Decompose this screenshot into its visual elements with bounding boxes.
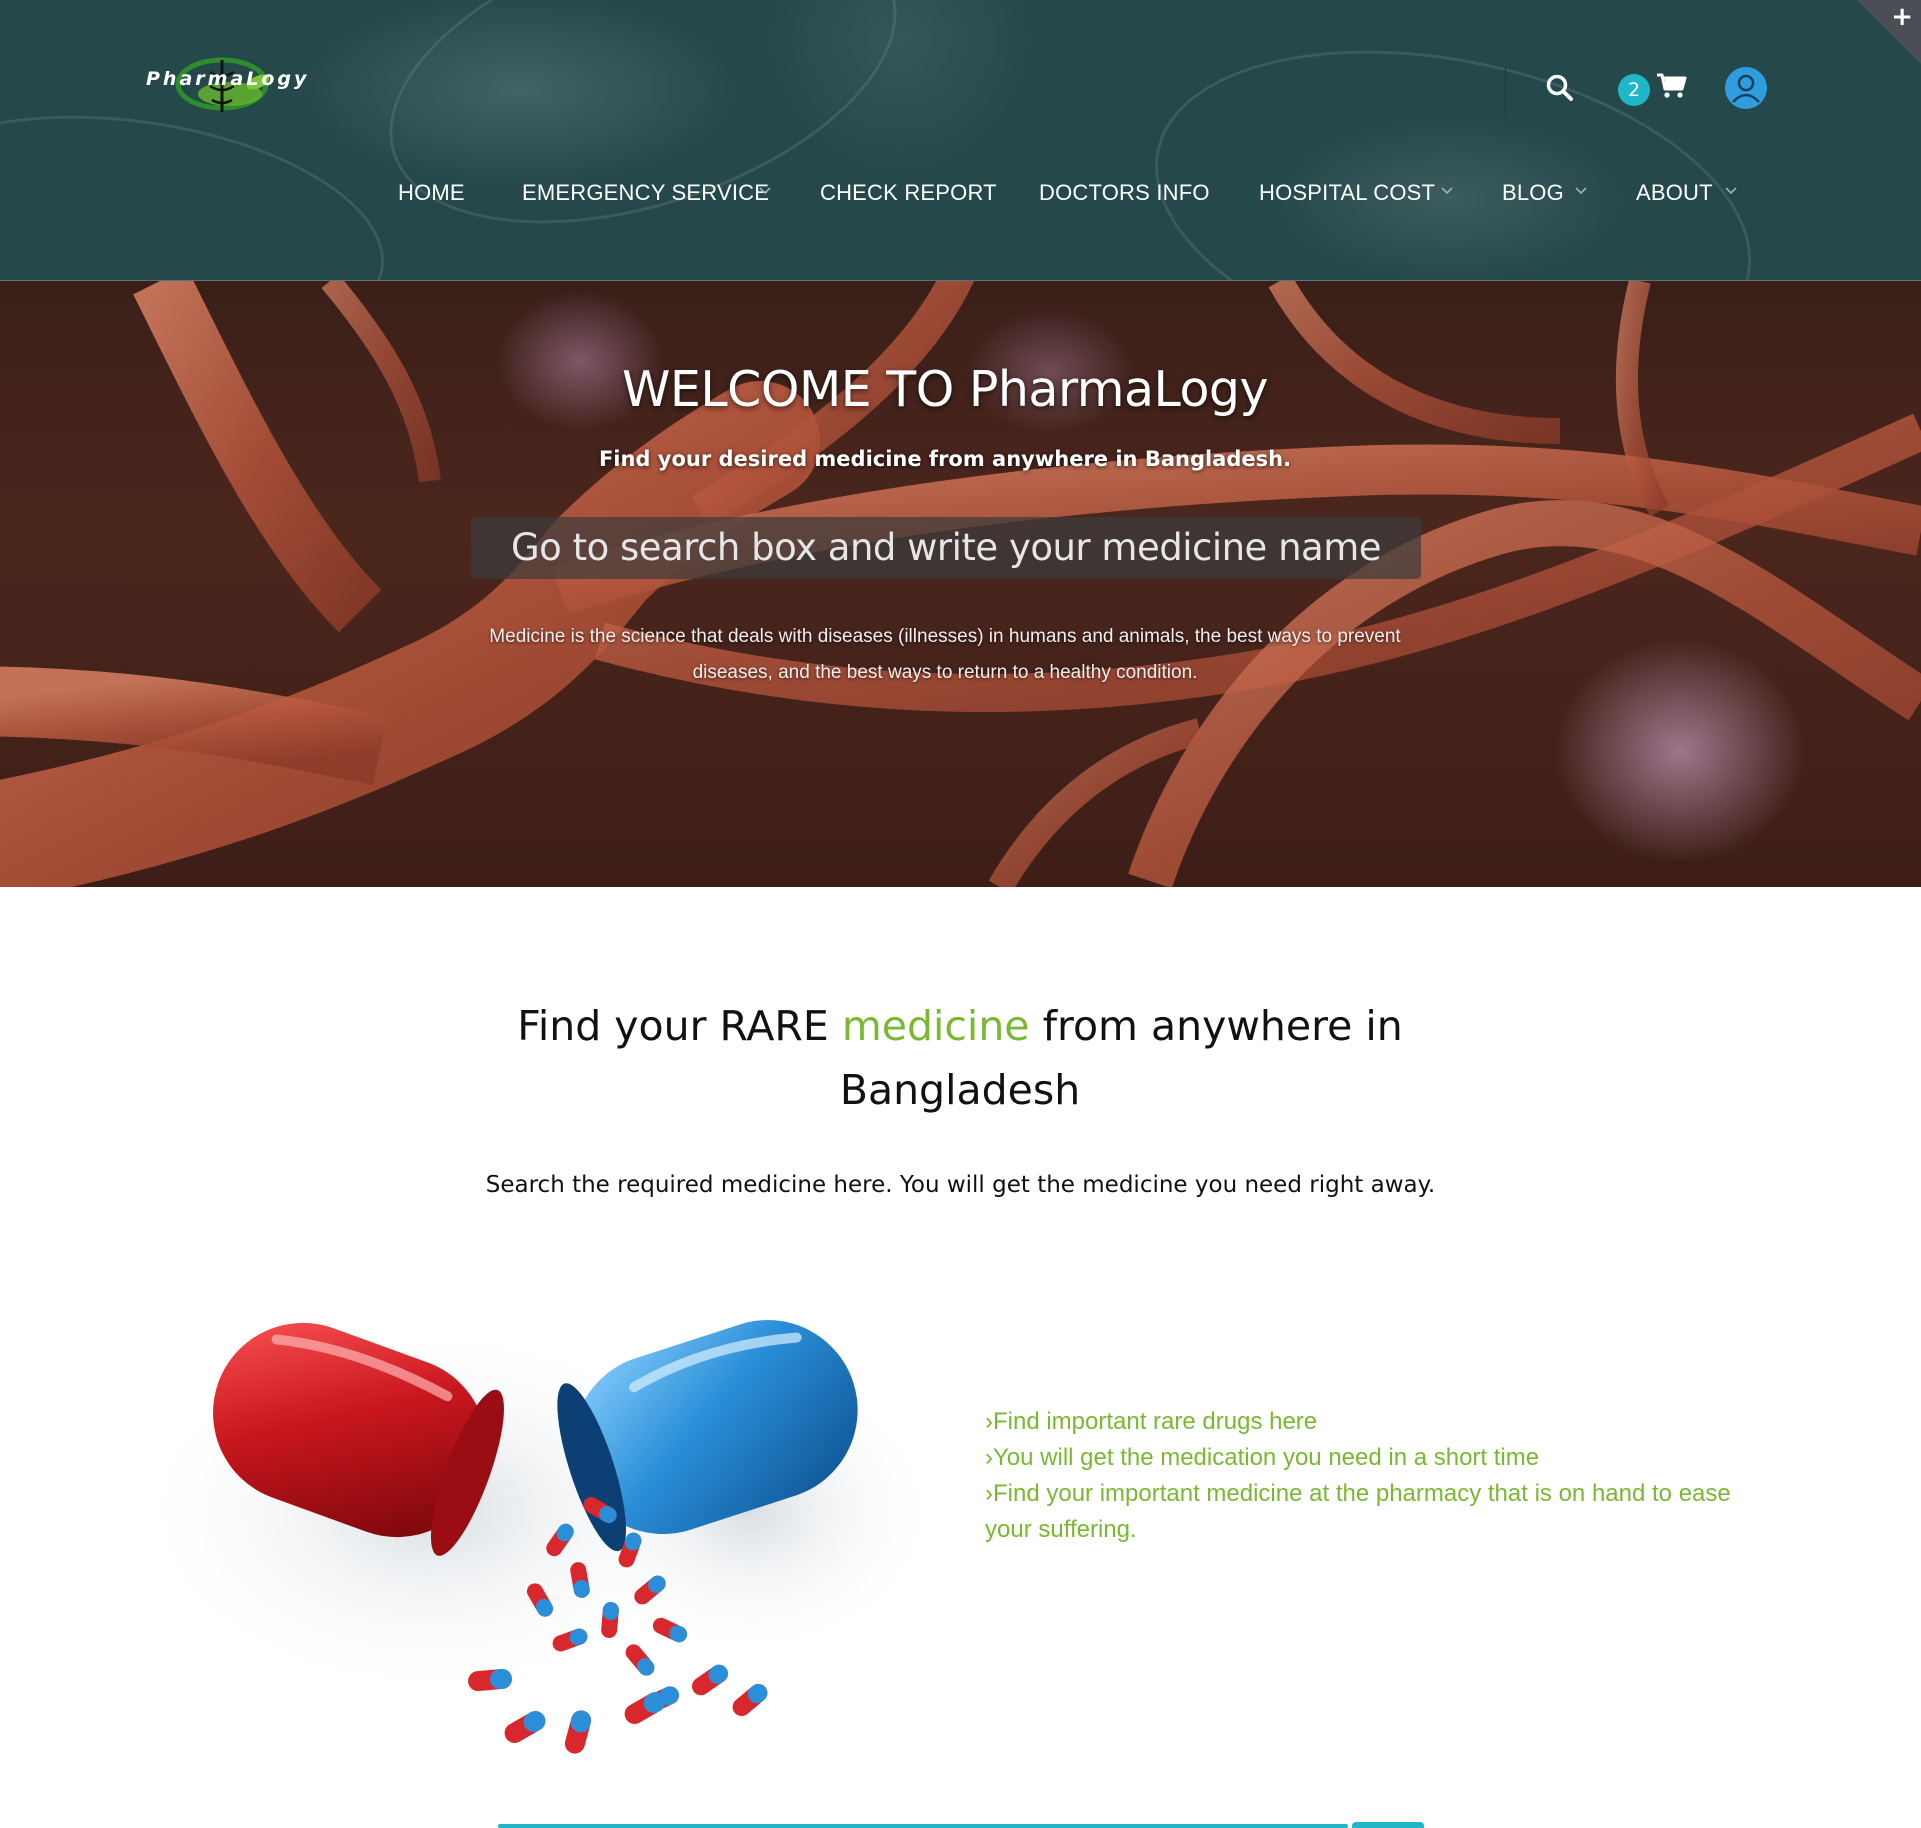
header-background-decoration — [351, 0, 935, 280]
nav-item-doctors-info[interactable]: DOCTORS INFO — [1039, 180, 1210, 206]
feature-item: ›Find important rare drugs here — [985, 1408, 1318, 1435]
section-subtitle: Search the required medicine here. You w… — [485, 1172, 1436, 1198]
hero-subtitle: Find your desired medicine from anywhere… — [598, 447, 1292, 471]
nav-item-home[interactable]: HOME — [398, 180, 465, 206]
hero-description: Medicine is the science that deals with … — [489, 626, 1401, 683]
section-title-part1: Find your RARE — [517, 1002, 842, 1050]
hero-search-prompt[interactable]: Go to search box and write your medicine… — [471, 517, 1421, 579]
chevron-down-icon[interactable] — [1440, 184, 1454, 198]
chevron-down-icon[interactable] — [1574, 184, 1588, 198]
nav-item-emergency-service[interactable]: EMERGENCY SERVICE — [522, 180, 769, 206]
header-background-decoration — [1124, 0, 1782, 280]
user-icon[interactable] — [1724, 66, 1768, 110]
section-title-highlight: medicine — [841, 1002, 1030, 1050]
cart-count-badge[interactable]: 2 — [1618, 74, 1650, 106]
feature-item: ›You will get the medication you need in… — [985, 1444, 1540, 1471]
feature-item: ›Find your important medicine at the pha… — [985, 1480, 1731, 1543]
chevron-down-icon[interactable] — [1724, 184, 1738, 198]
site-logo[interactable]: PharmaLogy — [140, 52, 310, 118]
cart-icon[interactable] — [1656, 72, 1688, 100]
search-icon[interactable] — [1544, 72, 1576, 104]
medicine-search-input[interactable] — [498, 1824, 1348, 1828]
plus-icon[interactable]: + — [1891, 4, 1913, 30]
nav-item-hospital-cost[interactable]: HOSPITAL COST — [1259, 180, 1435, 206]
header-divider — [1505, 66, 1506, 116]
feature-list: ›Find important rare drugs here ›You wil… — [985, 1404, 1745, 1548]
medicine-search-button[interactable] — [1352, 1822, 1424, 1828]
site-header: + PharmaLogy 2 HOME EMERGENCY SERVICE CH… — [0, 0, 1921, 281]
capsule-illustration — [130, 1320, 940, 1754]
chevron-down-icon[interactable] — [758, 184, 772, 198]
nav-item-blog[interactable]: BLOG — [1502, 180, 1564, 206]
logo-text: PharmaLogy — [146, 68, 310, 90]
hero-banner: WELCOME TO PharmaLogy Find your desired … — [0, 281, 1921, 887]
hero-title: WELCOME TO PharmaLogy — [621, 361, 1269, 418]
section-title: Find your RARE medicine from anywhere in… — [460, 994, 1460, 1122]
nav-item-about[interactable]: ABOUT — [1636, 180, 1713, 206]
nav-item-check-report[interactable]: CHECK REPORT — [820, 180, 997, 206]
